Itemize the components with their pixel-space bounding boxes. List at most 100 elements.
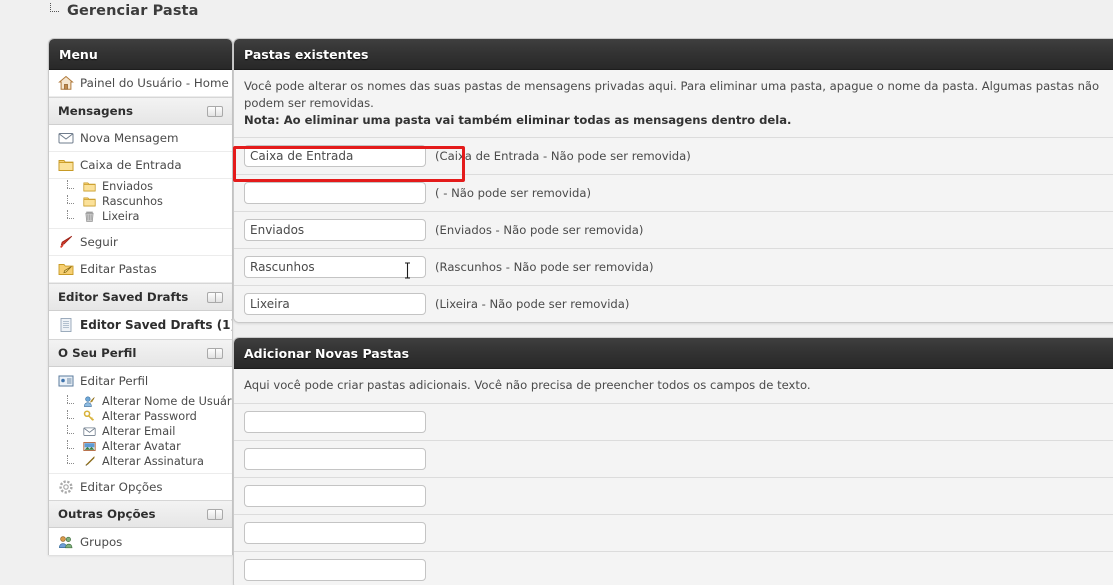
- tree-branch-icon: [65, 194, 77, 208]
- folder-row-hint: ( - Não pode ser removida): [435, 186, 591, 201]
- collapse-toggle-icon[interactable]: [207, 105, 223, 117]
- sidebar-item-alterar-nome-de-usuario[interactable]: Alterar Nome de Usuário: [49, 394, 232, 409]
- folder-row: (Enviados - Não pode ser removida): [234, 212, 1113, 250]
- sidebar-item-nova-mensagem[interactable]: Nova Mensagem: [49, 125, 232, 152]
- sidebar-item-alterar-password[interactable]: Alterar Password: [49, 409, 232, 424]
- gear-icon: [59, 480, 73, 494]
- sidebar-item-editar-pastas[interactable]: Editar Pastas: [49, 256, 232, 283]
- user-edit-icon: [83, 396, 95, 407]
- new-folder-input-5[interactable]: [244, 559, 426, 582]
- sidebar-group-outras-opcoes[interactable]: Outras Opções: [49, 500, 232, 528]
- folder-icon: [83, 182, 96, 192]
- new-folder-input-4[interactable]: [244, 522, 426, 545]
- collapse-toggle-icon[interactable]: [207, 347, 223, 359]
- sidebar-item-label: Nova Mensagem: [80, 131, 179, 145]
- sidebar-group-editor-saved-drafts[interactable]: Editor Saved Drafts: [49, 283, 232, 311]
- folder-row: (Caixa de Entrada - Não pode ser removid…: [234, 138, 1113, 176]
- description-note: Nota: Ao eliminar uma pasta vai também e…: [244, 112, 792, 127]
- sidebar-item-alterar-assinatura[interactable]: Alterar Assinatura: [49, 454, 232, 473]
- sidebar-group-mensagens[interactable]: Mensagens: [49, 97, 232, 125]
- sidebar-item-rascunhos[interactable]: Rascunhos: [49, 194, 232, 209]
- sidebar-item-label: Editar Pastas: [80, 262, 157, 276]
- add-new-folders-panel: Adicionar Novas Pastas Aqui você pode cr…: [233, 337, 1113, 585]
- sidebar-item-enviados[interactable]: Enviados: [49, 179, 232, 194]
- folder-name-input-empty[interactable]: [244, 182, 426, 205]
- sidebar-item-label: Alterar Nome de Usuário: [102, 395, 233, 408]
- collapse-toggle-icon[interactable]: [207, 291, 223, 303]
- folder-row-hint: (Rascunhos - Não pode ser removida): [435, 260, 654, 275]
- sidebar-item-label: Alterar Password: [102, 410, 197, 423]
- description-text: Você pode alterar os nomes das suas past…: [244, 79, 1100, 110]
- folder-row: (Lixeira - Não pode ser removida): [234, 286, 1113, 323]
- new-folder-row: [234, 404, 1113, 442]
- folder-icon: [58, 160, 74, 171]
- folder-row: (Rascunhos - Não pode ser removida): [234, 249, 1113, 287]
- folder-icon: [83, 197, 96, 207]
- users-icon: [59, 536, 73, 549]
- tree-branch-icon: [65, 439, 77, 453]
- new-folder-input-1[interactable]: [244, 411, 426, 434]
- sidebar-group-label: O Seu Perfil: [58, 346, 137, 360]
- sidebar-item-label: Grupos: [80, 535, 123, 549]
- sidebar-item-label: Seguir: [80, 235, 118, 249]
- existing-folders-header: Pastas existentes: [234, 39, 1113, 70]
- sidebar-item-alterar-avatar[interactable]: Alterar Avatar: [49, 439, 232, 454]
- sidebar-group-o-seu-perfil[interactable]: O Seu Perfil: [49, 339, 232, 367]
- image-icon: [83, 442, 96, 451]
- folder-name-input-rascunhos[interactable]: [244, 256, 426, 279]
- sidebar-header: Menu: [49, 39, 232, 70]
- sidebar-item-seguir[interactable]: Seguir: [49, 228, 232, 256]
- new-folder-row: [234, 478, 1113, 516]
- sidebar-item-lixeira[interactable]: Lixeira: [49, 209, 232, 224]
- sidebar-item-home[interactable]: Painel do Usuário - Home: [49, 70, 232, 97]
- tree-branch-icon: [65, 454, 77, 468]
- new-folder-input-3[interactable]: [244, 485, 426, 508]
- sidebar-item-alterar-email[interactable]: Alterar Email: [49, 424, 232, 439]
- existing-folders-description: Você pode alterar os nomes das suas past…: [234, 70, 1113, 139]
- sidebar: Menu Painel do Usuário - Home Mensagens …: [48, 38, 233, 555]
- add-new-folders-header: Adicionar Novas Pastas: [234, 338, 1113, 370]
- new-folder-row: [234, 515, 1113, 553]
- tree-branch-icon: [65, 394, 77, 408]
- tree-branch-icon: [65, 409, 77, 423]
- sidebar-item-label: Editar Perfil: [80, 374, 149, 388]
- folder-row-hint: (Enviados - Não pode ser removida): [435, 223, 644, 238]
- folder-name-input-inbox[interactable]: [244, 145, 426, 168]
- sidebar-item-label: Caixa de Entrada: [80, 158, 182, 172]
- new-folder-input-2[interactable]: [244, 448, 426, 471]
- folder-name-input-enviados[interactable]: [244, 219, 426, 242]
- tree-branch-icon: [48, 2, 62, 17]
- sidebar-item-editar-opcoes[interactable]: Editar Opções: [49, 473, 232, 500]
- new-folder-row: [234, 441, 1113, 479]
- id-card-icon: [58, 375, 74, 387]
- sidebar-item-label: Editor Saved Drafts (1): [80, 318, 233, 332]
- main-content: Pastas existentes Você pode alterar os n…: [233, 38, 1113, 585]
- add-new-folders-description: Aqui você pode criar pastas adicionais. …: [234, 369, 1113, 405]
- collapse-toggle-icon[interactable]: [207, 508, 223, 520]
- sidebar-group-label: Mensagens: [58, 104, 133, 118]
- sidebar-group-label: Editor Saved Drafts: [58, 290, 189, 304]
- sidebar-group-label: Outras Opções: [58, 507, 156, 521]
- folder-row: ( - Não pode ser removida): [234, 175, 1113, 213]
- sidebar-item-label: Painel do Usuário - Home: [80, 76, 229, 90]
- tree-branch-icon: [65, 209, 77, 223]
- new-folder-row: [234, 552, 1113, 585]
- document-icon: [60, 318, 72, 332]
- sidebar-item-label: Editar Opções: [80, 480, 163, 494]
- sidebar-item-label: Alterar Assinatura: [102, 455, 204, 468]
- sidebar-item-label: Enviados: [102, 180, 154, 193]
- sidebar-item-grupos[interactable]: Grupos: [49, 528, 232, 555]
- key-icon: [83, 410, 95, 421]
- sidebar-item-caixa-de-entrada[interactable]: Caixa de Entrada: [49, 152, 232, 179]
- sidebar-item-label: Rascunhos: [102, 195, 163, 208]
- breadcrumb: Gerenciar Pasta: [48, 0, 198, 22]
- folder-row-hint: (Caixa de Entrada - Não pode ser removid…: [435, 149, 691, 164]
- envelope-icon: [58, 133, 74, 144]
- home-icon: [58, 75, 74, 90]
- sidebar-item-editar-perfil[interactable]: Editar Perfil: [49, 367, 232, 394]
- sidebar-item-label: Alterar Email: [102, 425, 176, 438]
- sidebar-item-label: Lixeira: [102, 210, 140, 223]
- page-title: Gerenciar Pasta: [67, 3, 199, 19]
- folder-name-input-lixeira[interactable]: [244, 293, 426, 316]
- sidebar-item-editor-saved-drafts[interactable]: Editor Saved Drafts (1): [49, 311, 232, 339]
